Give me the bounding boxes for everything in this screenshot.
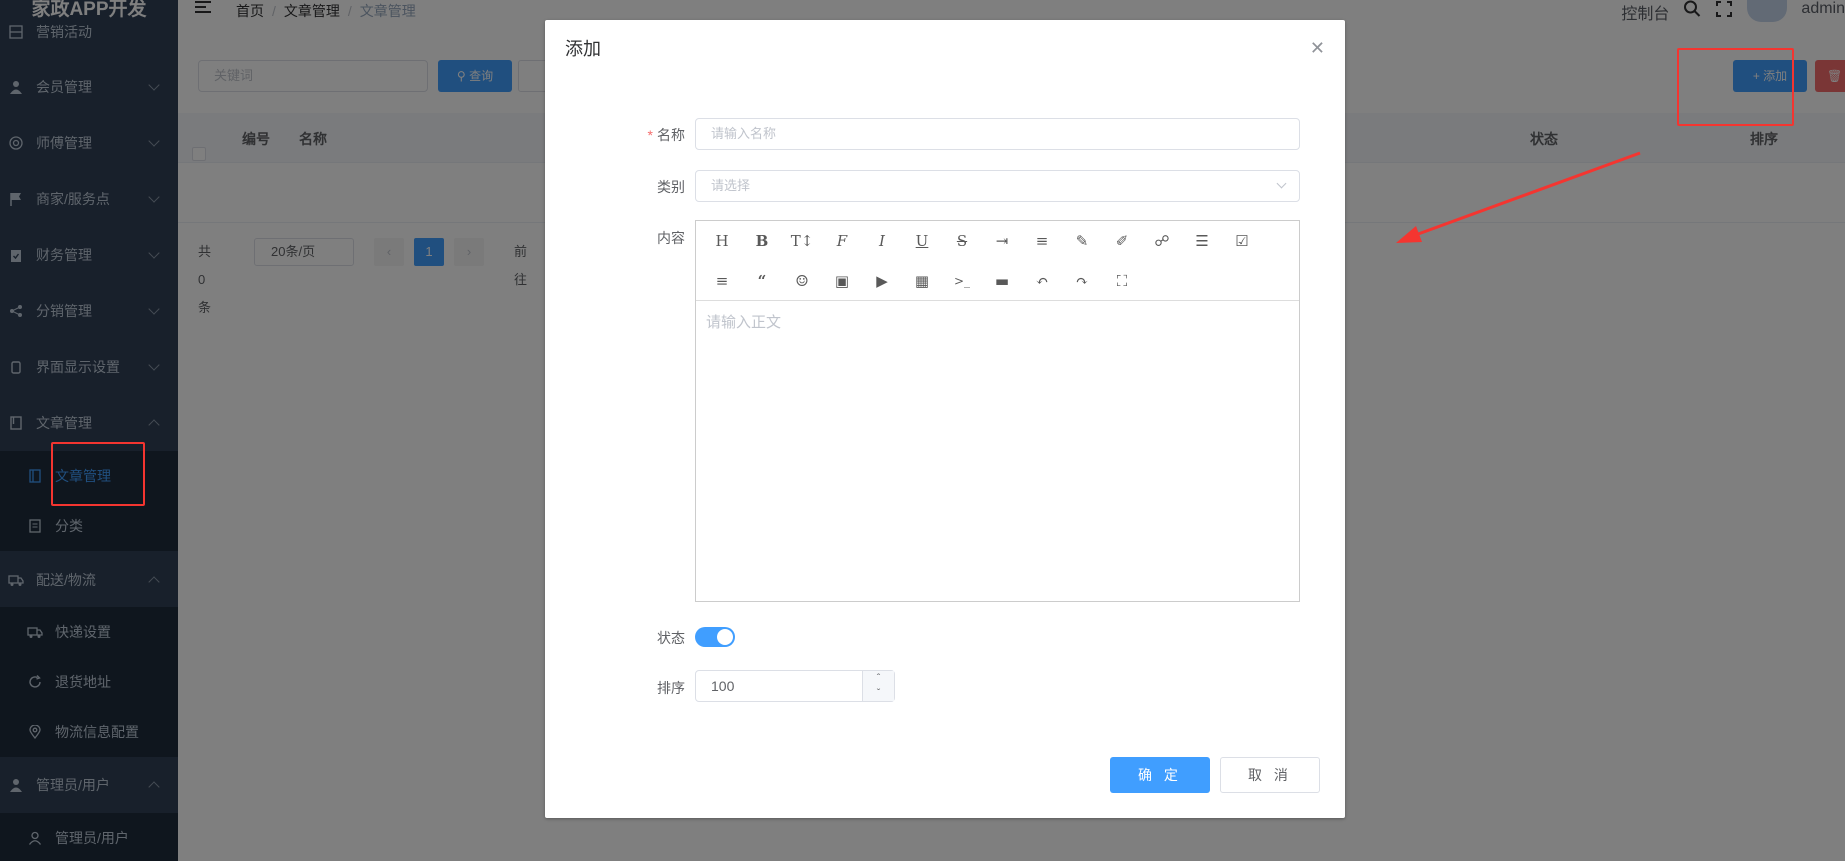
category-select[interactable]: 请选择 [695,170,1300,202]
rich-text-editor: H B T↕ F I U S ⇥ ≡ ✎ ✐ ☍ ☰ ☑ ≡ “ ☺ ▣ ▶ ▦… [695,220,1300,602]
table-icon[interactable]: ▦ [910,269,934,293]
code-icon[interactable]: >_ [950,269,974,293]
heading-icon[interactable]: H [710,229,734,253]
status-label: 状态 [657,630,685,646]
name-label: * 名称 [647,127,685,143]
content-label: 内容 [657,230,685,246]
editor-content[interactable]: 请输入正文 [706,311,781,332]
divider-icon[interactable]: ▬ [990,269,1014,293]
redo-icon[interactable]: ↷ [1070,269,1094,293]
cancel-button[interactable]: 取 消 [1220,757,1320,793]
increment-icon[interactable]: ˆ [862,671,894,686]
line-height-icon[interactable]: ≡ [1030,229,1054,253]
bold-icon[interactable]: B [750,229,774,253]
name-input[interactable]: 请输入名称 [695,118,1300,150]
chevron-down-icon [1276,178,1287,189]
quote-icon[interactable]: “ [750,269,774,293]
pencil-icon[interactable]: ✎ [1070,229,1094,253]
strikethrough-icon[interactable]: S [950,229,974,253]
emoji-icon[interactable]: ☺ [790,269,814,293]
brush-icon[interactable]: ✐ [1110,229,1134,253]
font-size-icon[interactable]: T↕ [790,229,814,253]
sort-input[interactable]: 100 ˆ ˇ [695,670,895,702]
decrement-icon[interactable]: ˇ [862,686,894,701]
sort-label: 排序 [657,680,685,696]
editor-toolbar: H B T↕ F I U S ⇥ ≡ ✎ ✐ ☍ ☰ ☑ ≡ “ ☺ ▣ ▶ ▦… [696,221,1299,301]
align-icon[interactable]: ≡ [710,269,734,293]
italic-icon[interactable]: I [870,229,894,253]
list-icon[interactable]: ☰ [1190,229,1214,253]
add-dialog: 添加 ✕ * 名称 请输入名称 类别 请选择 内容 H B T↕ F I U S … [545,20,1345,818]
font-family-icon[interactable]: F [830,229,854,253]
video-icon[interactable]: ▶ [870,269,894,293]
link-icon[interactable]: ☍ [1150,229,1174,253]
fullscreen-icon[interactable]: ⛶ [1110,269,1134,293]
underline-icon[interactable]: U [910,229,934,253]
undo-icon[interactable]: ↶ [1030,269,1054,293]
close-icon[interactable]: ✕ [1310,38,1325,59]
status-switch[interactable] [695,627,735,647]
category-label: 类别 [657,179,685,195]
indent-icon[interactable]: ⇥ [990,229,1014,253]
dialog-title: 添加 [565,39,601,59]
image-icon[interactable]: ▣ [830,269,854,293]
confirm-button[interactable]: 确 定 [1110,757,1210,793]
checkbox-icon[interactable]: ☑ [1230,229,1254,253]
